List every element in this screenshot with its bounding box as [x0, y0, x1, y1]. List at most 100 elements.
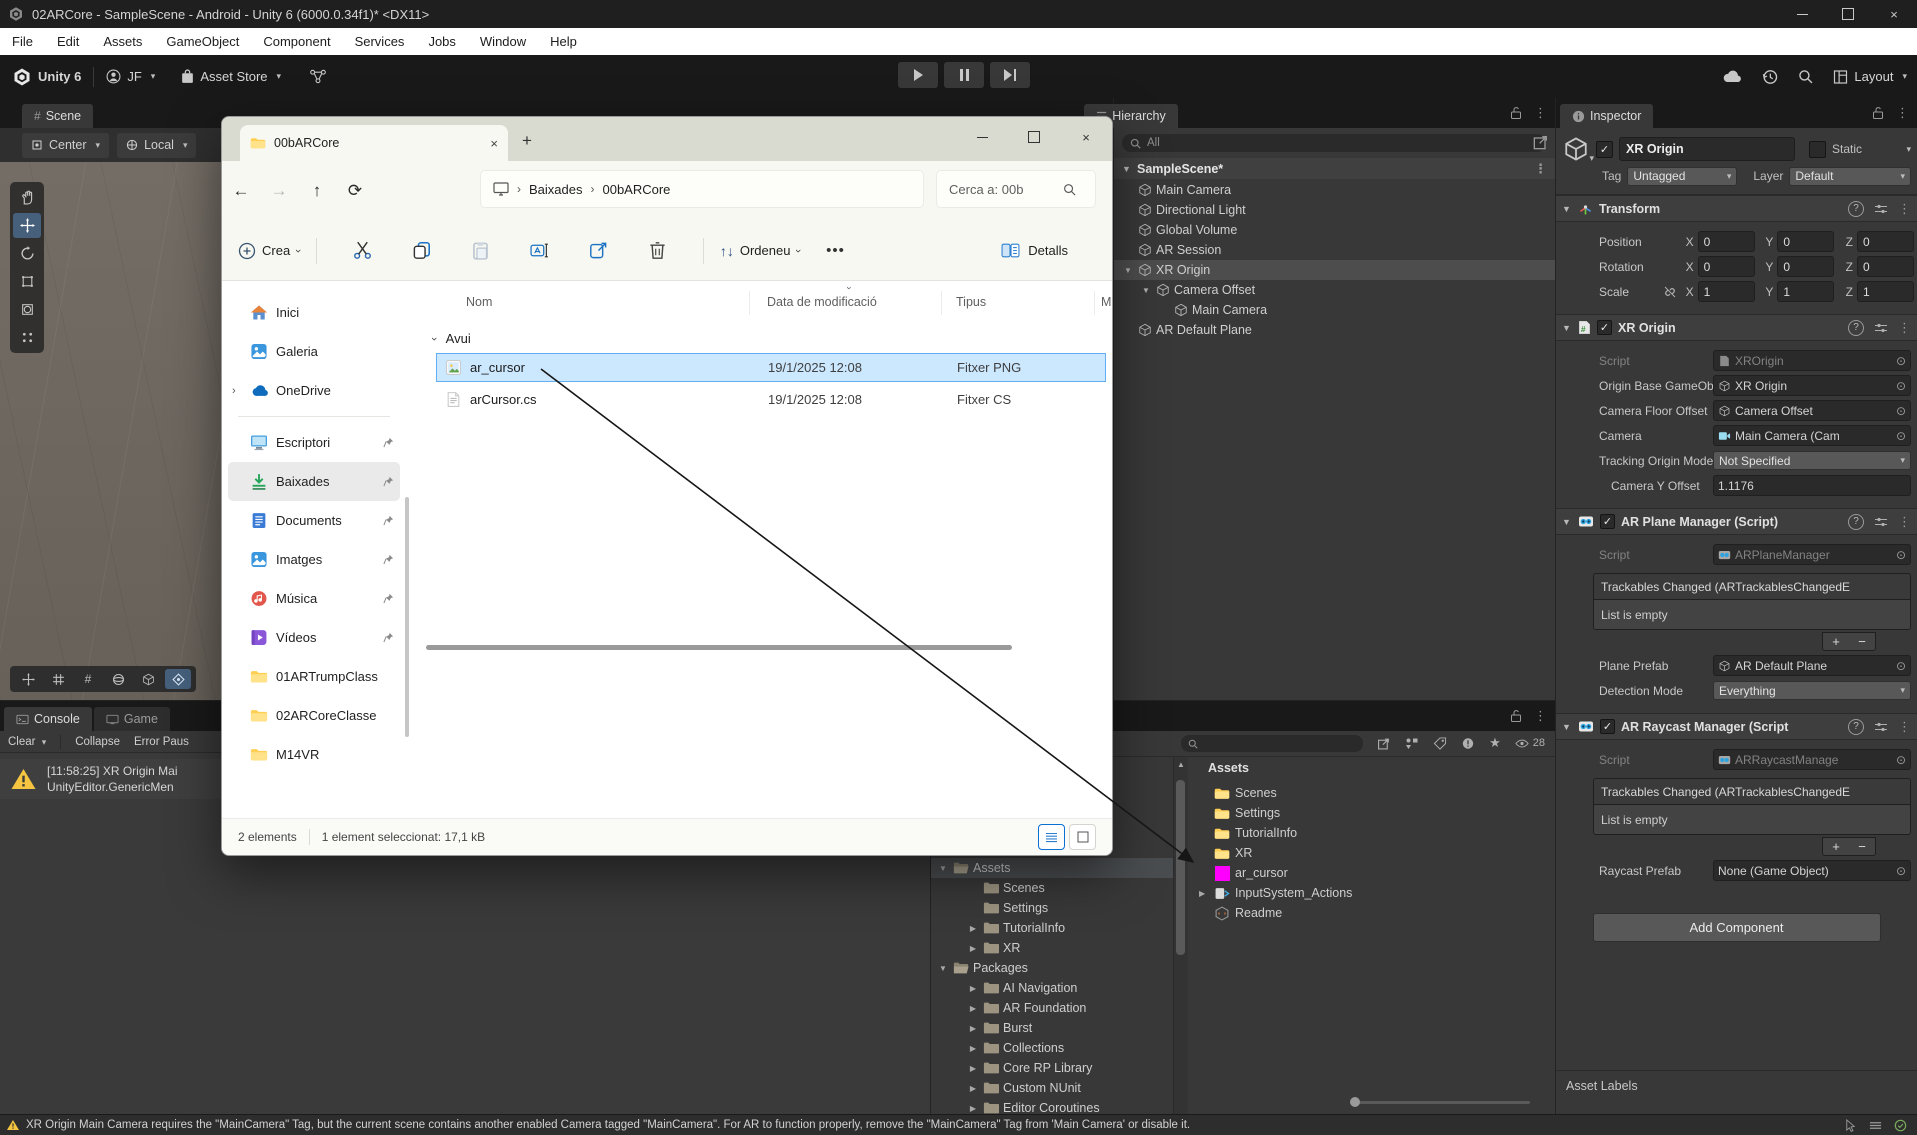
sidebar-item-imatges[interactable]: Imatges [228, 540, 400, 579]
detection-mode-dropdown[interactable]: Everything▾ [1713, 681, 1911, 700]
project-asset-tutorialinfo[interactable]: TutorialInfo [1187, 823, 1555, 843]
script-field[interactable]: XROrigin⊙ [1713, 350, 1911, 371]
transform-tool[interactable] [13, 297, 41, 322]
maximize-button[interactable] [1008, 117, 1060, 157]
details-view-button[interactable] [1038, 824, 1065, 850]
file-row-ar-cursor[interactable]: ar_cursor19/1/2025 12:08Fitxer PNG [436, 353, 1106, 382]
script-field[interactable]: ARPlaneManager⊙ [1713, 544, 1911, 565]
menu-jobs[interactable]: Jobs [428, 34, 455, 49]
hierarchy-search-input[interactable] [1145, 136, 1538, 150]
clear-button[interactable]: Clear ▾ [8, 736, 46, 748]
origin-base-field[interactable]: XR Origin⊙ [1713, 375, 1911, 396]
project-asset-settings[interactable]: Settings [1187, 803, 1555, 823]
lock-icon[interactable] [1510, 106, 1522, 120]
column-header-tipus[interactable]: Tipus [956, 295, 986, 309]
position-y-field[interactable]: 0 [1777, 231, 1834, 252]
version-control-icon[interactable] [309, 69, 327, 84]
history-icon[interactable] [1762, 69, 1778, 85]
rotation-z-field[interactable]: 0 [1857, 256, 1914, 277]
overlay-sphere-icon[interactable] [105, 669, 131, 689]
sidebar-item-02arcoreclasse[interactable]: 02ARCoreClasse [228, 696, 400, 735]
pause-button[interactable] [944, 62, 984, 88]
alert-icon[interactable] [1461, 737, 1475, 750]
error-pause-button[interactable]: Error Paus [134, 736, 189, 748]
static-dropdown-arrow[interactable]: ▾ [1906, 144, 1911, 155]
tab-scene[interactable]: # Scene [22, 104, 93, 128]
position-z-field[interactable]: 0 [1857, 231, 1914, 252]
sort-button[interactable]: ↑↓ Ordeneu› [720, 243, 800, 259]
details-toggle[interactable]: Detalls [1001, 243, 1068, 258]
kebab-icon[interactable]: ⋮ [1896, 105, 1909, 121]
script-field[interactable]: ARRaycastManage⊙ [1713, 749, 1911, 770]
menu-gameobject[interactable]: GameObject [166, 34, 239, 49]
minimize-button[interactable] [1779, 0, 1825, 28]
project-search[interactable] [1181, 735, 1363, 752]
menu-window[interactable]: Window [480, 34, 526, 49]
play-button[interactable] [898, 62, 938, 88]
kebab-icon[interactable]: ⋮ [1534, 708, 1547, 724]
project-tree-xr[interactable]: ▶XR [931, 938, 1173, 958]
foldout-icon[interactable]: ▶ [967, 1044, 979, 1053]
overlay-cube-icon[interactable] [135, 669, 161, 689]
unity-statusbar[interactable]: XR Origin Main Camera requires the "Main… [0, 1114, 1917, 1135]
tab-close-icon[interactable]: × [490, 136, 498, 151]
address-bar[interactable]: › Baixades › 00bARCore [480, 170, 924, 208]
copy-icon[interactable] [412, 241, 431, 260]
project-tree-ai-navigation[interactable]: ▶AI Navigation [931, 978, 1173, 998]
sidebar-item-m-sica[interactable]: Música [228, 579, 400, 618]
layout-dropdown[interactable]: Layout▾ [1833, 69, 1907, 84]
raycast-prefab-field[interactable]: None (Game Object)⊙ [1713, 860, 1911, 881]
foldout-icon[interactable]: ▶ [1199, 889, 1209, 898]
sidebar-item-v-deos[interactable]: Vídeos [228, 618, 400, 657]
hierarchy-item-xr-origin[interactable]: ▼XR Origin [1114, 260, 1555, 280]
menu-component[interactable]: Component [263, 34, 330, 49]
group-header-avui[interactable]: › Avui [432, 331, 471, 346]
close-button[interactable]: × [1871, 0, 1917, 28]
sidebar-item-inici[interactable]: Inici [228, 293, 400, 332]
kebab-icon[interactable]: ⋮ [1534, 161, 1547, 177]
new-tab-button[interactable]: + [522, 131, 532, 151]
label-icon[interactable] [1433, 737, 1447, 750]
project-tree-ar-foundation[interactable]: ▶AR Foundation [931, 998, 1173, 1018]
maximize-panel-icon[interactable] [1533, 134, 1549, 150]
foldout-icon[interactable]: ▶ [967, 984, 979, 993]
xr-origin-header[interactable]: ▼ # ✓ XR Origin ? ⋮ [1556, 314, 1917, 341]
search-icon[interactable] [1798, 69, 1813, 84]
ar-plane-manager-header[interactable]: ▼ ✓ AR Plane Manager (Script) ? ⋮ [1556, 508, 1917, 535]
presets-icon[interactable] [1874, 721, 1888, 733]
project-tree-burst[interactable]: ▶Burst [931, 1018, 1173, 1038]
help-icon[interactable]: ? [1848, 514, 1864, 530]
project-tree-packages[interactable]: ▼Packages [931, 958, 1173, 978]
asset-store-menu[interactable]: Asset Store▾ [181, 69, 281, 84]
list-remove-button[interactable]: − [1858, 634, 1866, 649]
forward-button[interactable]: → [260, 181, 298, 201]
project-tree-tutorialinfo[interactable]: ▶TutorialInfo [931, 918, 1173, 938]
project-tree-settings[interactable]: Settings [931, 898, 1173, 918]
active-checkbox[interactable]: ✓ [1596, 141, 1613, 158]
maximize-button[interactable] [1825, 0, 1871, 28]
presets-icon[interactable] [1874, 322, 1888, 334]
project-asset-scenes[interactable]: Scenes [1187, 783, 1555, 803]
hierarchy-item-main-camera[interactable]: Main Camera [1114, 180, 1555, 200]
foldout-icon[interactable]: ▼ [1140, 286, 1152, 295]
zoom-slider[interactable] [1350, 1101, 1530, 1104]
overlay-move-icon[interactable] [15, 669, 41, 689]
overlay-snap-icon[interactable]: # [75, 669, 101, 689]
hierarchy-item-camera-offset[interactable]: ▼Camera Offset [1114, 280, 1555, 300]
hierarchy-item-global-volume[interactable]: Global Volume [1114, 220, 1555, 240]
sidebar-scrollbar[interactable] [405, 497, 409, 737]
back-button[interactable]: ← [222, 181, 260, 201]
gameobject-name-field[interactable]: XR Origin [1619, 137, 1795, 161]
project-tree-assets[interactable]: ▼Assets [931, 858, 1173, 878]
star-icon[interactable]: ★ [1489, 735, 1501, 751]
kebab-icon[interactable]: ⋮ [1898, 514, 1911, 530]
event-list-header[interactable]: Trackables Changed (ARTrackablesChangedE [1594, 574, 1910, 600]
tab-game[interactable]: Game [94, 707, 170, 731]
kebab-icon[interactable]: ⋮ [1534, 105, 1547, 121]
project-tree-core-rp-library[interactable]: ▶Core RP Library [931, 1058, 1173, 1078]
rotate-tool[interactable] [13, 241, 41, 266]
foldout-icon[interactable]: ▶ [967, 944, 979, 953]
foldout-icon[interactable]: ▼ [1122, 266, 1134, 275]
transform-header[interactable]: ▼ Transform ? ⋮ [1556, 195, 1917, 222]
foldout-icon[interactable]: ▼ [937, 864, 949, 873]
